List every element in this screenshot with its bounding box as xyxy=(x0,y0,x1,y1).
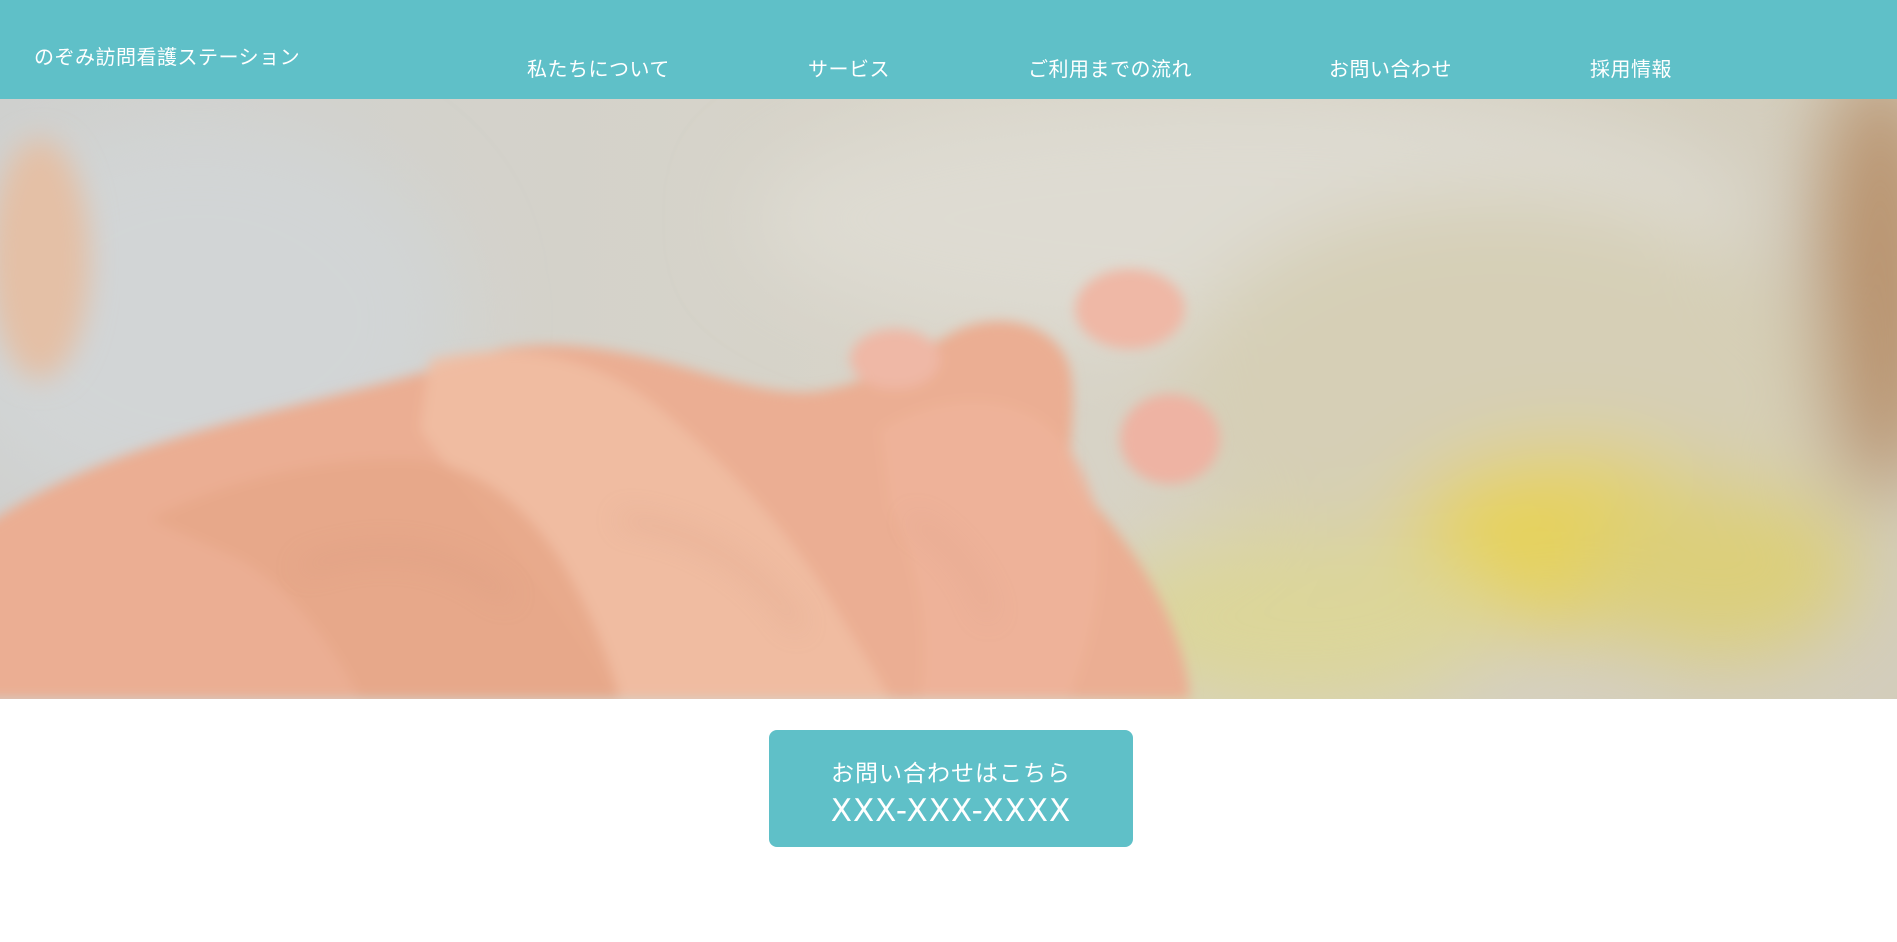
contact-phone-number: XXX-XXX-XXXX xyxy=(830,793,1072,829)
site-title-link[interactable]: のぞみ訪問看護ステーション xyxy=(34,41,300,70)
hero-image xyxy=(0,99,1897,699)
site-header: のぞみ訪問看護ステーション 私たちについて サービス ご利用までの流れ お問い合… xyxy=(0,0,1897,99)
nav-item-contact[interactable]: お問い合わせ xyxy=(1329,53,1452,82)
nav-item-flow[interactable]: ご利用までの流れ xyxy=(1028,53,1192,82)
contact-phone-button[interactable]: お問い合わせはこちら XXX-XXX-XXXX xyxy=(769,730,1133,847)
nav-item-recruit[interactable]: 採用情報 xyxy=(1590,53,1672,82)
nav-item-services[interactable]: サービス xyxy=(808,53,890,82)
contact-label: お問い合わせはこちら xyxy=(831,761,1071,787)
nav-item-about[interactable]: 私たちについて xyxy=(527,53,670,82)
